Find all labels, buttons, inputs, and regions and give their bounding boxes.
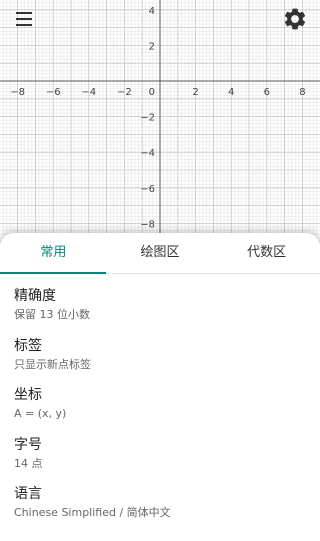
graphics-view[interactable]: −8 −6 −4 −2 0 2 4 6 8 4 2 −2 −4 −6 −8 bbox=[0, 0, 320, 250]
setting-title: 精确度 bbox=[14, 288, 56, 304]
setting-language[interactable]: 语言 Chinese Simplified / 简体中文 bbox=[0, 484, 320, 534]
x-tick-label: −8 bbox=[10, 87, 25, 98]
y-tick-label: 4 bbox=[149, 6, 155, 17]
gear-icon bbox=[284, 8, 306, 30]
x-tick-label: −6 bbox=[46, 87, 61, 98]
x-tick-label: 2 bbox=[192, 87, 198, 98]
setting-title: 字号 bbox=[14, 436, 42, 453]
tab-algebra[interactable]: 代数区 bbox=[213, 233, 320, 273]
setting-rounding[interactable]: 精确度 保留 13 位小数 bbox=[0, 286, 320, 336]
y-tick-label: −2 bbox=[140, 113, 155, 124]
menu-icon bbox=[16, 12, 32, 26]
settings-button[interactable] bbox=[282, 6, 308, 32]
active-tab-indicator bbox=[0, 272, 106, 274]
x-tick-label: −4 bbox=[81, 87, 96, 98]
x-tick-label: 8 bbox=[299, 87, 305, 98]
x-tick-label: −2 bbox=[117, 87, 132, 98]
settings-sheet: 常用 绘图区 代数区 精确度 保留 13 位小数 标签 只显示新点标签 坐标 A… bbox=[0, 233, 320, 541]
y-tick-label: −6 bbox=[140, 184, 155, 195]
setting-font-size[interactable]: 字号 14 点 bbox=[0, 435, 320, 485]
setting-title: 坐标 bbox=[14, 387, 42, 403]
x-tick-label: 0 bbox=[149, 87, 155, 98]
setting-value: 只显示新点标签 bbox=[14, 357, 91, 371]
y-tick-label: 2 bbox=[149, 41, 155, 52]
setting-value: Chinese Simplified / 简体中文 bbox=[14, 506, 171, 519]
menu-button[interactable] bbox=[10, 6, 38, 32]
y-tick-label: −4 bbox=[140, 148, 155, 159]
x-tick-label: 4 bbox=[228, 87, 234, 98]
tab-basic[interactable]: 常用 bbox=[0, 233, 107, 273]
settings-list: 精确度 保留 13 位小数 标签 只显示新点标签 坐标 A = (x, y) 字… bbox=[0, 274, 320, 534]
setting-coordinates[interactable]: 坐标 A = (x, y) bbox=[0, 385, 320, 435]
y-tick-label: −8 bbox=[140, 219, 155, 230]
tab-bar: 常用 绘图区 代数区 bbox=[0, 233, 320, 274]
setting-value: 14 点 bbox=[14, 456, 43, 470]
setting-labeling[interactable]: 标签 只显示新点标签 bbox=[0, 336, 320, 386]
tab-graphics[interactable]: 绘图区 bbox=[107, 233, 214, 273]
setting-value: A = (x, y) bbox=[14, 407, 67, 420]
x-tick-label: 6 bbox=[264, 87, 270, 98]
setting-value: 保留 13 位小数 bbox=[14, 308, 90, 321]
setting-title: 语言 bbox=[14, 486, 42, 502]
setting-title: 标签 bbox=[14, 337, 42, 354]
